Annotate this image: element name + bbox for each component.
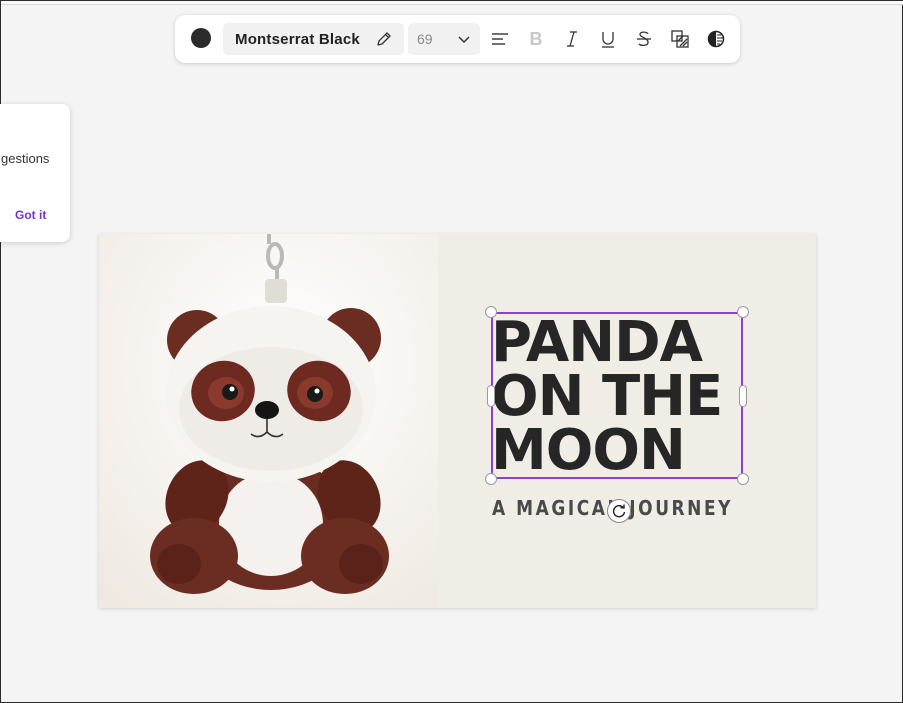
window-top-edge — [1, 1, 903, 5]
panda-plush-image[interactable] — [99, 234, 438, 608]
rotate-handle[interactable] — [607, 499, 631, 523]
font-size-value: 69 — [417, 31, 433, 47]
bold-icon[interactable]: B — [525, 28, 547, 50]
text-format-toolbar: Montserrat Black 69 B — [175, 15, 740, 63]
rotate-icon — [612, 504, 626, 518]
text-color-swatch[interactable] — [191, 28, 211, 48]
italic-icon[interactable] — [561, 28, 583, 50]
resize-handle-right[interactable] — [739, 385, 747, 407]
font-size-select[interactable]: 69 — [408, 23, 480, 55]
suggestions-tooltip: gestions Got it — [0, 104, 70, 242]
underline-icon[interactable] — [597, 28, 619, 50]
font-family-picker[interactable]: Montserrat Black — [223, 23, 404, 55]
pencil-icon — [377, 32, 391, 46]
resize-handle-bottom-left[interactable] — [485, 473, 497, 485]
chevron-down-icon — [458, 36, 470, 44]
resize-handle-left[interactable] — [487, 385, 495, 407]
got-it-button[interactable]: Got it — [15, 208, 46, 222]
strikethrough-icon[interactable] — [633, 28, 655, 50]
resize-handle-top-right[interactable] — [737, 306, 749, 318]
effects-icon[interactable] — [669, 28, 691, 50]
selection-box — [491, 312, 743, 479]
contrast-icon[interactable] — [705, 28, 727, 50]
resize-handle-top-left[interactable] — [485, 306, 497, 318]
resize-handle-bottom-right[interactable] — [737, 473, 749, 485]
align-left-icon[interactable] — [489, 28, 511, 50]
design-canvas[interactable]: PANDA ON THE MOON A MAGICAL JOURNEY — [99, 234, 816, 608]
font-family-label: Montserrat Black — [235, 30, 360, 48]
tooltip-text: gestions — [1, 151, 50, 166]
